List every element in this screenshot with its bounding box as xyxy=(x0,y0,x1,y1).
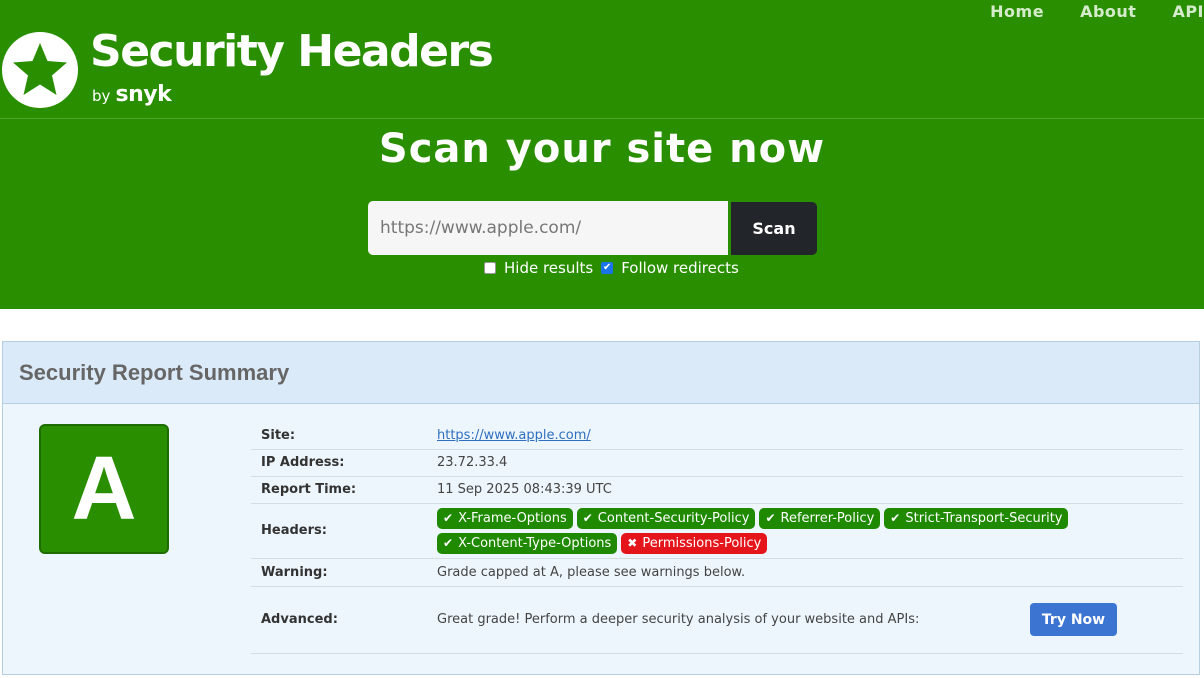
scan-options: Hide results ✔ Follow redirects xyxy=(484,259,747,277)
scan-heading: Scan your site now xyxy=(378,126,826,172)
check-icon: ✔ xyxy=(443,511,454,525)
logo-byline: by snyk xyxy=(92,82,172,107)
table-row: Advanced: Great grade! Perform a deeper … xyxy=(251,586,1183,654)
header-divider xyxy=(0,118,1204,119)
header-badge-label: Permissions-Policy xyxy=(642,535,762,551)
site-link[interactable]: https://www.apple.com/ xyxy=(437,428,591,443)
header-badge[interactable]: ✔ Referrer-Policy xyxy=(759,507,881,529)
header-badge-label: Content-Security-Policy xyxy=(597,510,750,526)
nav-api-link[interactable]: API xyxy=(1172,2,1204,21)
header-badge[interactable]: ✖ Permissions-Policy xyxy=(621,532,768,554)
table-row: IP Address: 23.72.33.4 xyxy=(251,449,1183,477)
table-row: Site: https://www.apple.com/ xyxy=(251,422,1183,450)
advanced-row: Great grade! Perform a deeper security a… xyxy=(437,603,1183,636)
headers-label: Headers: xyxy=(251,503,437,559)
logo-title: Security Headers xyxy=(90,26,494,77)
table-row: Report Time: 11 Sep 2025 08:43:39 UTC xyxy=(251,476,1183,504)
site-label: Site: xyxy=(251,422,437,450)
hide-results-label: Hide results xyxy=(504,259,594,277)
header-badges: ✔ X-Frame-Options ✔ Content-Security-Policy… xyxy=(437,506,1077,556)
header-badge-label: Strict-Transport-Security xyxy=(905,510,1063,526)
time-label: Report Time: xyxy=(251,476,437,504)
warning-value: Grade capped at A, please see warnings b… xyxy=(437,558,1183,587)
header-badge[interactable]: ✔ Content-Security-Policy xyxy=(576,507,756,529)
snyk-wordmark: snyk xyxy=(115,82,172,107)
scan-button[interactable]: Scan xyxy=(731,202,817,255)
advanced-label: Advanced: xyxy=(251,586,437,654)
site-logo[interactable]: Security Headers by snyk xyxy=(2,26,494,108)
header-badge[interactable]: ✔ Strict-Transport-Security xyxy=(884,507,1069,529)
header-badge-label: X-Content-Type-Options xyxy=(458,535,612,551)
table-row: Warning: Grade capped at A, please see w… xyxy=(251,558,1183,587)
header-badge[interactable]: ✔ X-Frame-Options xyxy=(437,507,573,529)
follow-redirects-label: Follow redirects xyxy=(621,259,739,277)
header-badge-label: X-Frame-Options xyxy=(458,510,567,526)
grade-badge: A xyxy=(39,424,169,554)
cross-icon: ✖ xyxy=(627,536,638,550)
check-icon: ✔ xyxy=(890,511,901,525)
nav-home-link[interactable]: Home xyxy=(990,2,1044,21)
time-value: 11 Sep 2025 08:43:39 UTC xyxy=(437,476,1183,504)
check-icon: ✔ xyxy=(582,511,593,525)
star-icon xyxy=(2,32,78,108)
report-table: Site: https://www.apple.com/ IP Address:… xyxy=(251,422,1183,654)
hero-banner: Home About API Security Headers by snyk … xyxy=(0,0,1204,309)
try-now-button[interactable]: Try Now xyxy=(1030,603,1117,636)
warning-label: Warning: xyxy=(251,558,437,587)
logo-by-text: by xyxy=(92,87,111,105)
ip-value: 23.72.33.4 xyxy=(437,449,1183,477)
report-summary-panel: Security Report Summary A Site: https://… xyxy=(2,341,1200,675)
url-input[interactable]: https://www.apple.com/ xyxy=(368,201,728,255)
hide-results-checkbox[interactable] xyxy=(484,262,496,274)
advanced-text: Great grade! Perform a deeper security a… xyxy=(437,612,920,627)
panel-header: Security Report Summary xyxy=(3,342,1199,404)
ip-label: IP Address: xyxy=(251,449,437,477)
header-badge[interactable]: ✔ X-Content-Type-Options xyxy=(437,532,618,554)
check-icon: ✔ xyxy=(443,536,454,550)
nav-about-link[interactable]: About xyxy=(1080,2,1136,21)
check-icon: ✔ xyxy=(765,511,776,525)
header-badge-label: Referrer-Policy xyxy=(780,510,875,526)
table-row: Headers: ✔ X-Frame-Options ✔ Content-Securi… xyxy=(251,503,1183,559)
top-nav: Home About API xyxy=(954,2,1204,21)
follow-redirects-checkbox[interactable]: ✔ xyxy=(601,262,614,274)
report-title: Security Report Summary xyxy=(19,359,290,385)
